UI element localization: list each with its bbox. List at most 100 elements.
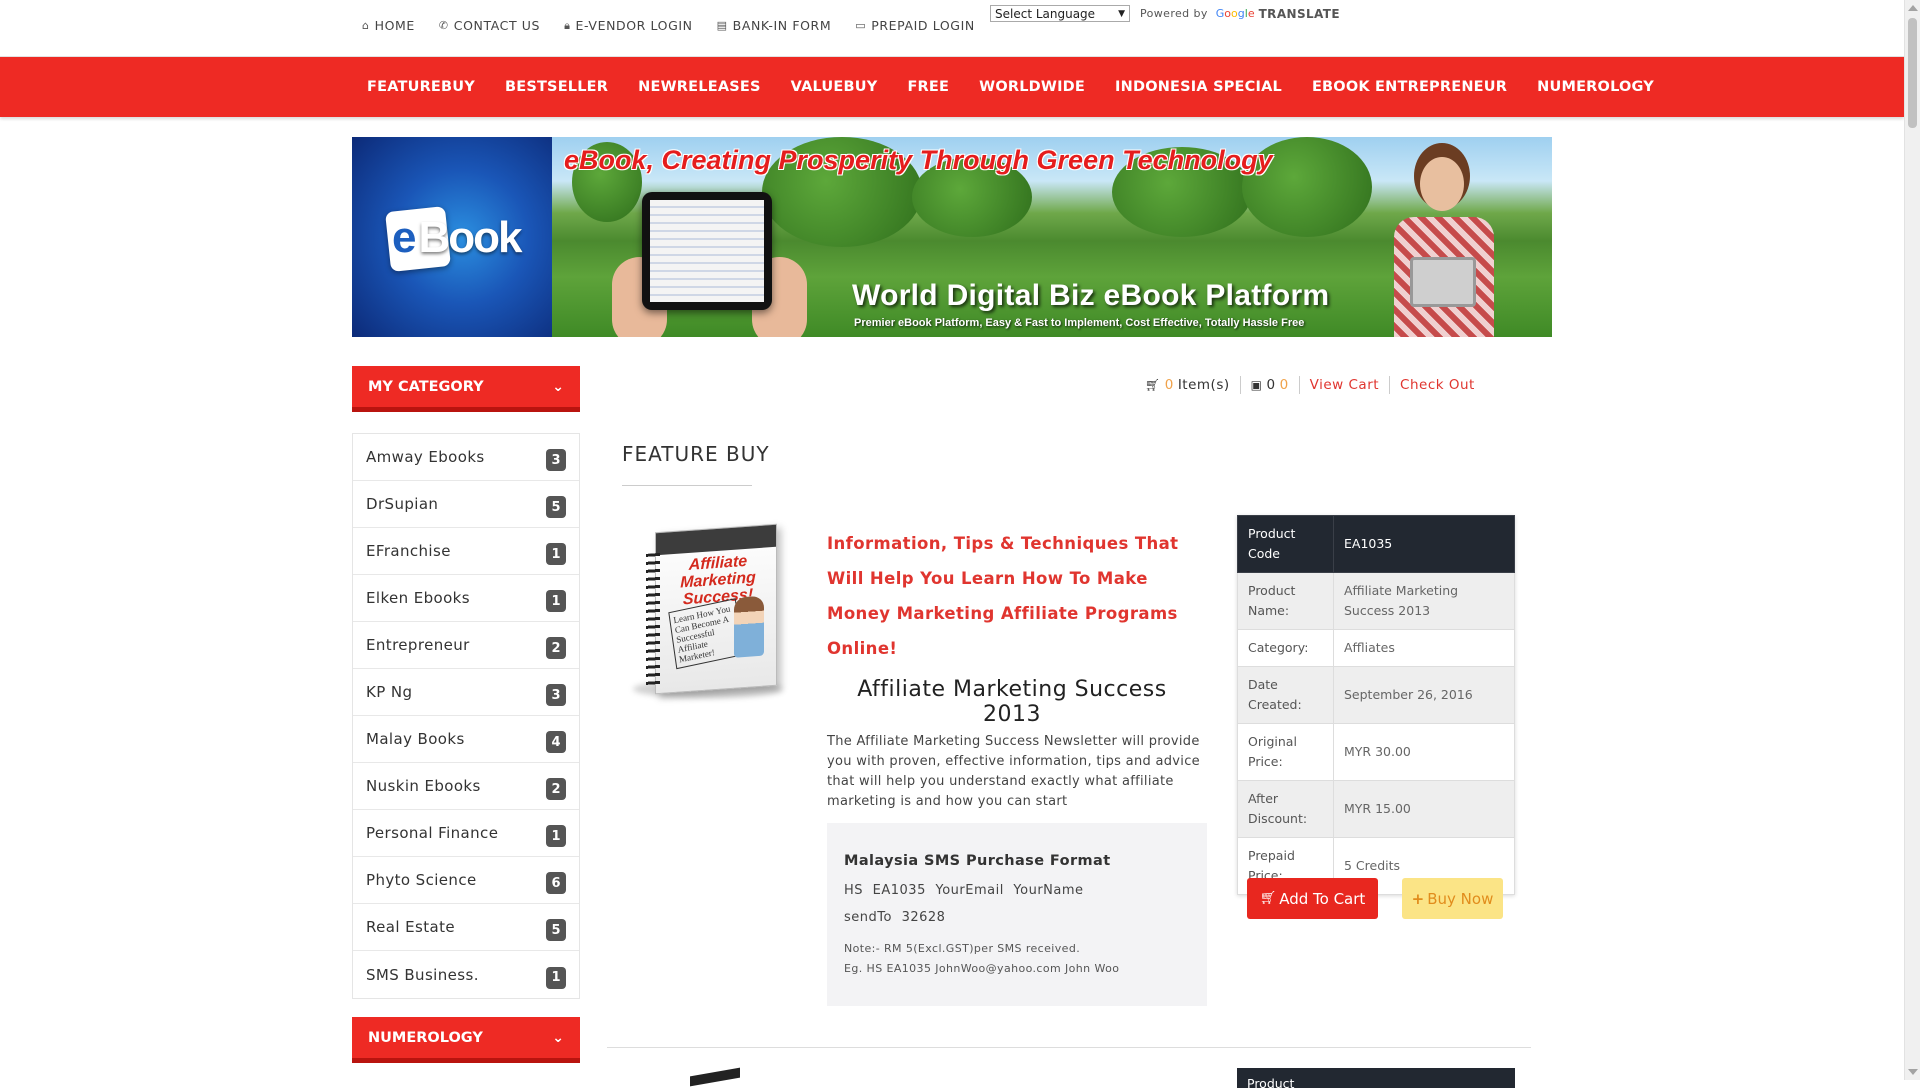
dropdown-arrow-icon: ▼ xyxy=(1118,8,1125,19)
table-row: After Discount: MYR 15.00 xyxy=(1237,780,1515,838)
woman-with-tablet-image xyxy=(1382,147,1502,337)
plus-icon: + xyxy=(1411,889,1425,908)
buy-now-label: Buy Now xyxy=(1427,889,1494,908)
cart-items[interactable]: 🛒︎ 0 Item(s) xyxy=(1145,376,1241,394)
category-count-badge: 3 xyxy=(546,684,566,706)
category-item[interactable]: Nuskin Ebooks 2 xyxy=(353,763,579,810)
category-item[interactable]: Elken Ebooks 1 xyxy=(353,575,579,622)
detail-value: September 26, 2016 xyxy=(1333,666,1515,724)
banner-tagline: eBook, Creating Prosperity Through Green… xyxy=(564,145,1273,175)
numerology-header[interactable]: NUMEROLOGY ⌄ xyxy=(352,1017,580,1063)
category-item[interactable]: KP Ng 3 xyxy=(353,669,579,716)
detail-value: EA1035 xyxy=(1333,515,1515,573)
category-count-badge: 5 xyxy=(546,496,566,518)
scrollbar-thumb[interactable] xyxy=(1908,18,1917,128)
tablet-screen xyxy=(650,200,764,302)
check-out-link[interactable]: Check Out xyxy=(1400,377,1475,393)
cart-summary-bar: 🛒︎ 0 Item(s) ▣ 0 0 View Cart Check Out xyxy=(1145,376,1485,394)
nav-item-featurebuy[interactable]: FEATUREBUY xyxy=(367,79,475,95)
contact-us-link[interactable]: ✆ CONTACT US xyxy=(439,18,540,33)
category-count-badge: 1 xyxy=(546,966,566,989)
chevron-down-icon: ⌄ xyxy=(552,378,564,395)
category-name: Elken Ebooks xyxy=(366,589,470,607)
nav-item-indonesia-special[interactable]: INDONESIA SPECIAL xyxy=(1115,79,1282,95)
chevron-down-icon: ⌄ xyxy=(552,1029,564,1046)
category-item[interactable]: Personal Finance 1 xyxy=(353,810,579,857)
sms-format: HS EA1035 YourEmail YourName xyxy=(844,883,1084,898)
category-item[interactable]: Entrepreneur 2 xyxy=(353,622,579,669)
add-to-cart-button[interactable]: 🛒︎ Add To Cart xyxy=(1247,878,1378,919)
credit-card-icon: ▭ xyxy=(855,19,867,32)
check-out-link-wrap: Check Out xyxy=(1390,376,1485,394)
cart-items-count: 0 xyxy=(1164,377,1174,393)
category-name: SMS Business. xyxy=(366,965,479,984)
home-icon: ⌂ xyxy=(362,19,370,32)
category-item[interactable]: Real Estate 5 xyxy=(353,904,579,951)
credits-count: 0 xyxy=(1266,377,1276,393)
language-select[interactable]: Select Language ▼ xyxy=(990,5,1130,22)
category-list: Amway Ebooks 3 DrSupian 5 EFranchise 1 Elken E… xyxy=(352,433,580,999)
home-link[interactable]: ⌂ HOME xyxy=(362,18,415,33)
prepaid-login-link[interactable]: ▭ PREPAID LOGIN xyxy=(855,18,975,33)
book-cover: Affiliate Marketing Success! Learn How Y… xyxy=(646,523,777,695)
section-title-underline xyxy=(622,485,752,486)
product-title[interactable]: Affiliate Marketing Success 2013 xyxy=(827,677,1197,727)
category-name: KP Ng xyxy=(366,683,413,701)
nav-item-free[interactable]: FREE xyxy=(907,79,949,95)
product-cover-image[interactable]: Affiliate Marketing Success! Learn How Y… xyxy=(625,520,795,715)
table-row: Original Price: MYR 30.00 xyxy=(1237,723,1515,781)
category-item[interactable]: SMS Business. 1 xyxy=(353,951,579,998)
page-scrollbar[interactable] xyxy=(1904,0,1920,1080)
buy-now-button[interactable]: + Buy Now xyxy=(1402,878,1503,919)
book-spiral xyxy=(646,552,660,689)
detail-key: Date Created: xyxy=(1237,666,1334,724)
bank-in-form-link[interactable]: ▤ BANK-IN FORM xyxy=(717,18,832,33)
category-item[interactable]: DrSupian 5 xyxy=(353,481,579,528)
detail-value: Affliates xyxy=(1333,629,1515,667)
product-description: The Affiliate Marketing Success Newslett… xyxy=(827,734,1200,809)
nav-item-numerology[interactable]: NUMEROLOGY xyxy=(1537,79,1654,95)
category-item[interactable]: Phyto Science 6 xyxy=(353,857,579,904)
scroll-down-arrow-icon[interactable] xyxy=(1908,1069,1918,1075)
category-item[interactable]: Amway Ebooks 3 xyxy=(353,434,579,481)
view-cart-link[interactable]: View Cart xyxy=(1310,377,1379,393)
nav-item-valuebuy[interactable]: VALUEBUY xyxy=(791,79,878,95)
scroll-up-arrow-icon[interactable] xyxy=(1908,5,1918,11)
google-translate-logo[interactable]: Google TRANSLATE xyxy=(1216,7,1340,21)
table-row: Category: Affliates xyxy=(1237,629,1515,667)
sms-title: Malaysia SMS Purchase Format xyxy=(844,853,1111,869)
main-nav-items: FEATUREBUY BESTSELLER NEWRELEASES VALUEBUY F… xyxy=(367,57,1654,117)
category-name: Malay Books xyxy=(366,730,465,748)
category-count-badge: 2 xyxy=(546,778,566,800)
google-logo: Google xyxy=(1215,7,1255,20)
my-category-header[interactable]: MY CATEGORY ⌄ xyxy=(352,366,580,412)
view-cart-link-wrap: View Cart xyxy=(1300,376,1391,394)
ebook-logo-word: Book xyxy=(418,213,522,262)
category-count-badge: 1 xyxy=(546,825,566,847)
nav-item-newreleases[interactable]: NEWRELEASES xyxy=(638,79,760,95)
category-name: Real Estate xyxy=(366,918,455,936)
category-name: Entrepreneur xyxy=(366,636,470,654)
category-name: Amway Ebooks xyxy=(366,448,485,466)
category-item[interactable]: EFranchise 1 xyxy=(353,528,579,575)
google-translate-widget: Select Language ▼ Powered by Google TRAN… xyxy=(990,5,1340,22)
next-product-cover-image[interactable] xyxy=(690,1067,740,1087)
detail-key: Original Price: xyxy=(1237,723,1334,781)
section-title: FEATURE BUY xyxy=(622,442,770,466)
sms-example-line: Eg. HS EA1035 JohnWoo@yahoo.com John Woo xyxy=(844,962,1120,975)
next-product-details-header: Product xyxy=(1237,1068,1515,1091)
category-item[interactable]: Malay Books 4 xyxy=(353,716,579,763)
ebook-logo: eBook xyxy=(392,213,522,263)
nav-item-ebook-entrepreneur[interactable]: EBOOK ENTREPRENEUR xyxy=(1312,79,1507,95)
woman-head xyxy=(1420,157,1464,211)
e-vendor-login-link[interactable]: 🔒︎ E-VENDOR LOGIN xyxy=(564,18,693,33)
detail-value: MYR 30.00 xyxy=(1333,723,1515,781)
numerology-title: NUMEROLOGY xyxy=(368,1029,483,1046)
detail-value: Affiliate Marketing Success 2013 xyxy=(1333,572,1515,630)
ebook-logo-panel: eBook xyxy=(352,137,552,337)
shopping-cart-icon: 🛒︎ xyxy=(1145,378,1161,392)
nav-item-worldwide[interactable]: WORLDWIDE xyxy=(979,79,1085,95)
category-count-badge: 1 xyxy=(546,590,566,612)
category-count-badge: 5 xyxy=(546,919,566,941)
nav-item-bestseller[interactable]: BESTSELLER xyxy=(505,79,608,95)
